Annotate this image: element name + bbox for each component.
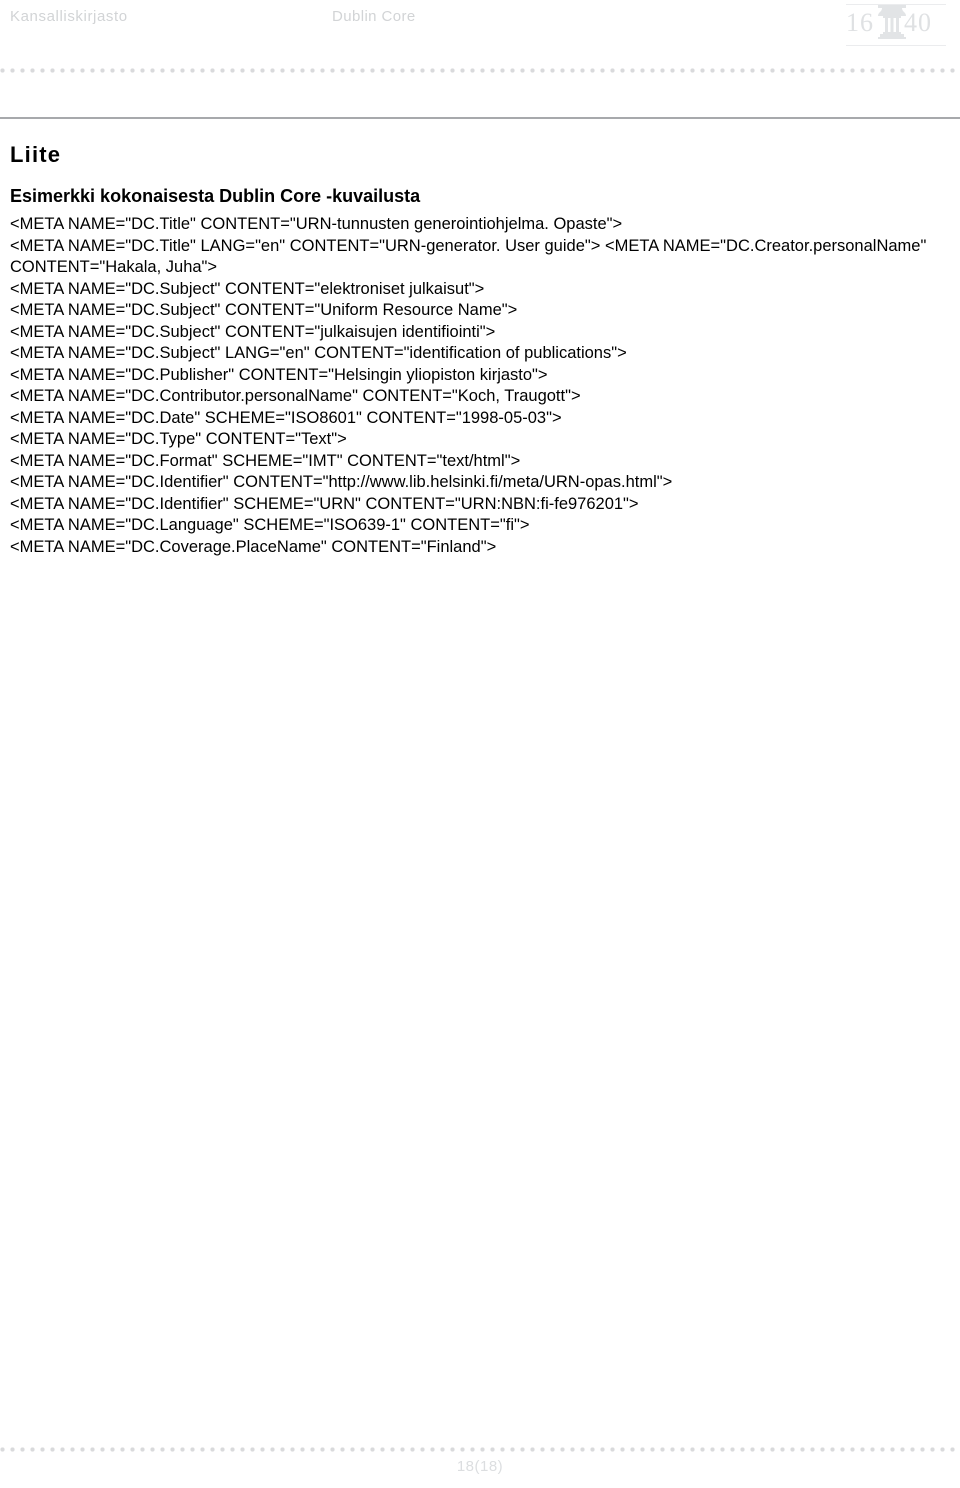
- page-title: Liite: [10, 142, 62, 167]
- header-organization-name: Kansalliskirjasto: [10, 8, 128, 25]
- document-content: Liite Esimerkki kokonaisesta Dublin Core…: [10, 140, 950, 558]
- classical-column-icon: [878, 5, 906, 39]
- national-library-logo: 16 40: [840, 2, 952, 46]
- section-subtitle: Esimerkki kokonaisesta Dublin Core -kuva…: [10, 186, 421, 206]
- logo-year-left: 16: [846, 8, 874, 37]
- header-document-name: Dublin Core: [332, 8, 416, 25]
- page-number: 18(18): [456, 1458, 504, 1475]
- footer-dotted-divider: [0, 1447, 960, 1452]
- page-footer: 18(18): [0, 1458, 960, 1476]
- dublin-core-metadata-example: <META NAME="DC.Title" CONTENT="URN-tunnu…: [10, 215, 927, 556]
- header-solid-divider: [0, 117, 960, 119]
- header-dotted-divider: [0, 68, 960, 73]
- page-header: Kansalliskirjasto Dublin Core 16 40: [0, 0, 960, 56]
